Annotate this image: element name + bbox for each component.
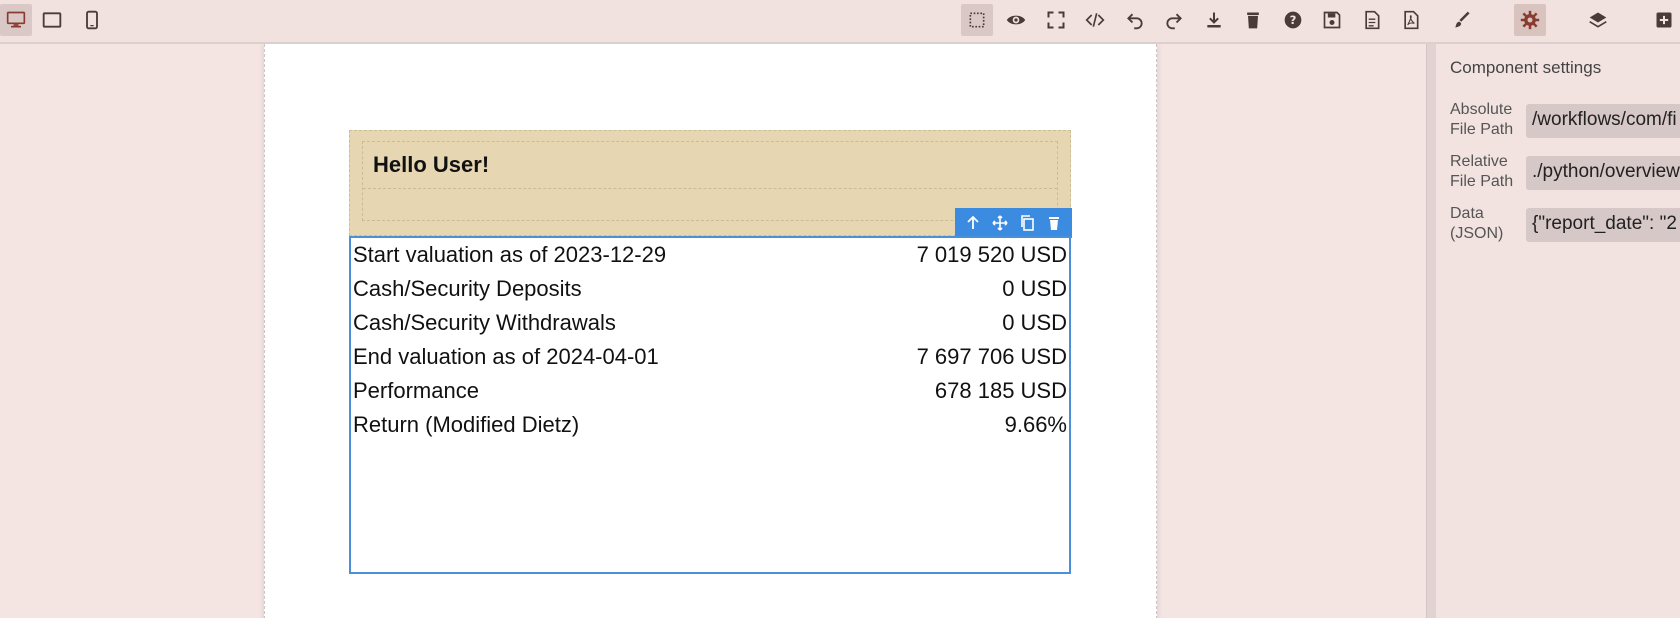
redo-icon: [1166, 13, 1182, 30]
help-icon: ?: [1284, 11, 1302, 29]
layers-icon: [1589, 12, 1607, 28]
row-label: Return (Modified Dietz): [353, 412, 580, 437]
desktop-view-button[interactable]: [0, 4, 32, 36]
settings-gear-icon: [1520, 10, 1540, 30]
trash-icon: [1049, 217, 1060, 230]
move-icon: [992, 215, 1008, 231]
row-label: Start valuation as of 2023-12-29: [353, 242, 667, 267]
editor-canvas[interactable]: Hello User! Start valuation as of 2023-1…: [0, 44, 1426, 618]
absolute-path-label: Absolute File Path: [1450, 100, 1522, 140]
save-button[interactable]: [1316, 4, 1348, 36]
download-button[interactable]: [1198, 4, 1230, 36]
row-label: Cash/Security Withdrawals: [353, 310, 616, 335]
row-value: 7 697 706 USD: [916, 344, 1067, 369]
row-value: 0 USD: [1002, 310, 1067, 335]
mobile-view-button[interactable]: [76, 4, 108, 36]
select-parent-button[interactable]: [962, 212, 984, 234]
settings-button[interactable]: [1514, 4, 1546, 36]
select-outline-button[interactable]: [961, 4, 993, 36]
top-toolbar: ?: [0, 0, 1680, 44]
clone-button[interactable]: [1016, 212, 1038, 234]
label-line: Relative: [1450, 153, 1508, 170]
layers-button[interactable]: [1582, 4, 1614, 36]
delete-component-button[interactable]: [1043, 212, 1065, 234]
table-row[interactable]: Cash/Security Withdrawals 0 USD: [353, 306, 1067, 340]
preview-eye-icon: [1006, 15, 1026, 25]
svg-text:?: ?: [1290, 13, 1297, 27]
data-json-input[interactable]: {"report_date": "2: [1526, 208, 1680, 242]
add-blocks-icon: [1656, 12, 1672, 28]
row-value: 9.66%: [1004, 412, 1067, 437]
add-blocks-button[interactable]: [1648, 4, 1680, 36]
header-title[interactable]: Hello User!: [373, 152, 489, 178]
code-icon: [1085, 13, 1105, 27]
desktop-icon: [6, 11, 26, 28]
arrow-up-icon: [966, 215, 979, 229]
panel-title: Component settings: [1450, 58, 1602, 77]
undo-icon: [1127, 13, 1143, 30]
label-line: Data: [1450, 205, 1484, 222]
export-document-button[interactable]: [1356, 4, 1388, 36]
code-view-button[interactable]: [1079, 4, 1111, 36]
export-pdf-button[interactable]: [1395, 4, 1427, 36]
fullscreen-button[interactable]: [1040, 4, 1072, 36]
absolute-path-input[interactable]: /workflows/com/fi: [1526, 104, 1680, 138]
move-button[interactable]: [989, 212, 1011, 234]
style-manager-brush-icon: [1455, 11, 1470, 28]
download-icon: [1207, 12, 1221, 28]
mobile-icon: [86, 10, 98, 30]
table-row[interactable]: Performance 678 185 USD: [353, 374, 1067, 408]
row-label: End valuation as of 2024-04-01: [353, 344, 659, 369]
row-label: Performance: [353, 378, 479, 403]
valuation-table[interactable]: Start valuation as of 2023-12-29 7 019 5…: [349, 236, 1071, 574]
header-container[interactable]: Hello User!: [362, 141, 1058, 221]
component-toolbar: [955, 208, 1072, 238]
panel-resize-handle[interactable]: [1426, 44, 1436, 618]
label-line: Absolute: [1450, 101, 1513, 118]
table-row[interactable]: End valuation as of 2024-04-01 7 697 706…: [353, 340, 1067, 374]
table-row[interactable]: Return (Modified Dietz) 9.66%: [353, 408, 1067, 442]
save-icon: [1323, 11, 1341, 29]
divider: [363, 188, 1057, 189]
trash-icon: [1247, 12, 1259, 29]
settings-panel: Component settings Absolute File Path /w…: [1436, 44, 1680, 618]
undo-button[interactable]: [1119, 4, 1151, 36]
row-value: 678 185 USD: [934, 378, 1067, 403]
tablet-view-button[interactable]: [36, 4, 68, 36]
row-label: Cash/Security Deposits: [353, 276, 582, 301]
data-json-label: Data (JSON): [1450, 204, 1522, 244]
redo-button[interactable]: [1158, 4, 1190, 36]
pdf-icon: [1404, 10, 1419, 30]
relative-path-input[interactable]: ./python/overview: [1526, 156, 1680, 190]
tablet-icon: [42, 12, 62, 28]
copy-icon: [1021, 215, 1034, 231]
label-line: (JSON): [1450, 225, 1504, 242]
row-value: 7 019 520 USD: [916, 242, 1067, 267]
row-value: 0 USD: [1002, 276, 1067, 301]
relative-path-label: Relative File Path: [1450, 152, 1522, 192]
table-row[interactable]: Cash/Security Deposits 0 USD: [353, 272, 1067, 306]
document-icon: [1365, 10, 1380, 30]
preview-button[interactable]: [1000, 4, 1032, 36]
help-button[interactable]: ?: [1277, 4, 1309, 36]
fullscreen-icon: [1047, 11, 1065, 29]
page-frame: Hello User! Start valuation as of 2023-1…: [264, 44, 1157, 618]
style-manager-button[interactable]: [1446, 4, 1478, 36]
table-row[interactable]: Start valuation as of 2023-12-29 7 019 5…: [353, 238, 1067, 272]
label-line: File Path: [1450, 121, 1514, 138]
clear-canvas-button[interactable]: [1237, 4, 1269, 36]
label-line: File Path: [1450, 173, 1514, 190]
select-outline-icon: [969, 12, 985, 28]
